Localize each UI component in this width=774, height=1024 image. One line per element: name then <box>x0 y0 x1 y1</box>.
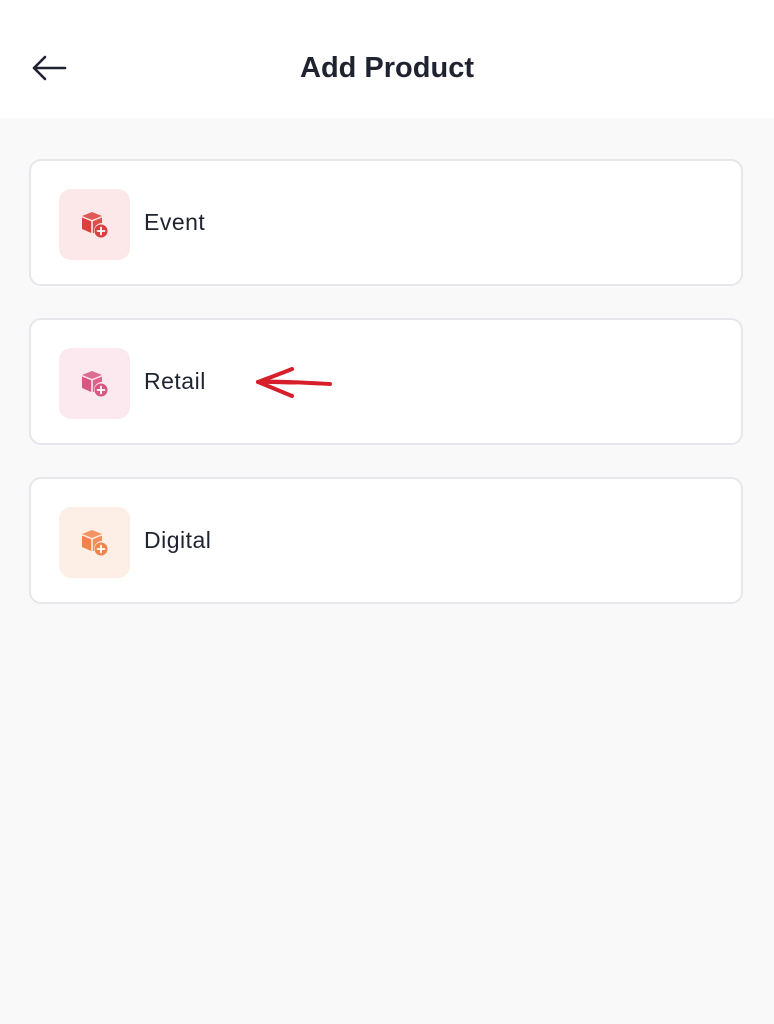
box-add-icon <box>81 211 107 237</box>
box-add-icon <box>81 529 107 555</box>
option-card-event[interactable]: Event <box>29 159 743 286</box>
option-card-digital[interactable]: Digital <box>29 477 743 604</box>
app-header: Add Product <box>0 0 774 118</box>
option-card-retail[interactable]: Retail <box>29 318 743 445</box>
page-title: Add Product <box>300 52 474 84</box>
box-add-icon <box>81 370 107 396</box>
option-label-event: Event <box>144 209 206 235</box>
red-arrow-icon <box>256 367 332 398</box>
digital-icon-tile <box>59 507 130 578</box>
option-label-retail: Retail <box>144 368 206 394</box>
event-icon-tile <box>59 189 130 260</box>
option-label-digital: Digital <box>144 527 212 553</box>
retail-icon-tile <box>59 348 130 419</box>
